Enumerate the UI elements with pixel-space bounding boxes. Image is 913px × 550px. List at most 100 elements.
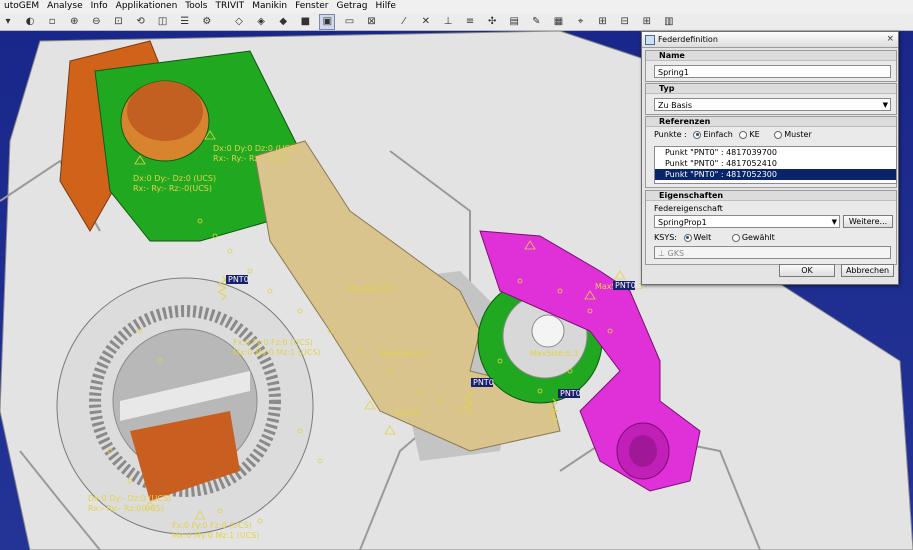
cancel-button[interactable]: Abbrechen xyxy=(841,264,894,277)
grid-icon[interactable]: ⊟ xyxy=(617,14,633,30)
datum-point-label: PNT0 xyxy=(228,275,249,284)
close-icon[interactable]: × xyxy=(886,33,894,45)
dialog-titlebar[interactable]: Federdefinition × xyxy=(642,32,898,48)
refit-icon[interactable]: ⊡ xyxy=(110,14,126,30)
menu-fenster[interactable]: Fenster xyxy=(291,0,332,13)
zoom-out-icon[interactable]: ⊖ xyxy=(88,14,104,30)
radio-welt[interactable] xyxy=(683,233,692,242)
settings-icon[interactable]: ⚙ xyxy=(199,14,215,30)
type-select-value: Zu Basis xyxy=(658,101,693,110)
menu-hilfe[interactable]: Hilfe xyxy=(371,0,399,13)
sketch-icon[interactable]: ✎ xyxy=(528,14,544,30)
name-section-title: Name xyxy=(646,51,896,61)
coordinate-system-icon: ⊥ xyxy=(658,249,665,258)
annotation-text: Mx:0 My:0 Mz:1 (UCS) xyxy=(233,348,321,357)
annotation-text: Rx:- Ry:- Rz:- (UCS) xyxy=(213,154,289,163)
chevron-down-icon: ▼ xyxy=(882,101,888,109)
radio-muster[interactable] xyxy=(774,130,783,139)
ksys-label: KSYS: xyxy=(654,233,677,242)
menu-info[interactable]: Info xyxy=(87,0,112,13)
type-section-title: Typ xyxy=(646,84,896,94)
datum-points-icon[interactable]: ✕ xyxy=(418,14,434,30)
shading-edges-icon[interactable]: ▣ xyxy=(319,14,336,30)
no-hidden-icon[interactable]: ◆ xyxy=(275,14,291,30)
coordinate-system-row: KSYS: Welt Gewählt xyxy=(654,233,775,242)
radio-gewaehlt[interactable] xyxy=(731,233,740,242)
reference-list[interactable]: Punkt "PNT0" : 4817039700 Punkt "PNT0" :… xyxy=(654,146,897,184)
hidden-line-icon[interactable]: ◈ xyxy=(253,14,269,30)
menu-tools[interactable]: Tools xyxy=(181,0,211,13)
annotation-text: MaxSize:0,3 xyxy=(380,349,428,358)
list-item[interactable]: Punkt "PNT0" : 4817039700 xyxy=(655,147,896,158)
properties-section: Eigenschaften Federeigenschaft SpringPro… xyxy=(645,190,897,265)
radio-welt-label: Welt xyxy=(693,233,712,242)
datum-point-label: PNT0 xyxy=(560,389,581,398)
menu-applikationen[interactable]: Applikationen xyxy=(112,0,182,13)
spin-center-icon[interactable]: ✣ xyxy=(484,14,500,30)
coordinate-system-icon[interactable]: ⊥ xyxy=(440,14,456,30)
ok-button[interactable]: OK xyxy=(779,264,835,277)
references-section-title: Referenzen xyxy=(646,117,896,127)
type-section: Typ Zu Basis ▼ xyxy=(645,83,897,115)
table-icon[interactable]: ⊞ xyxy=(639,14,655,30)
spring-property-value: SpringProp1 xyxy=(658,218,707,227)
annotation-text: Dx:0 Dy:- Dz:0 (UCS) xyxy=(133,174,216,183)
annotation-text: Dx:0 Dy:- Dz:0 (UCS) xyxy=(88,494,171,503)
analysis-icon[interactable]: ⌖ xyxy=(573,14,589,30)
radio-muster-label: Muster xyxy=(784,130,812,139)
measure-icon[interactable]: ⊞ xyxy=(595,14,611,30)
annotation-text: Dx:0 Dy:0 Dz:0 (UCS) xyxy=(213,144,298,153)
shading-icon[interactable]: ■ xyxy=(297,14,313,30)
radio-gewaehlt-label: Gewählt xyxy=(741,233,775,242)
list-item-selected[interactable]: Punkt "PNT0" : 4817052300 xyxy=(655,169,896,180)
annotation-text: Rx:- Ry:- Rz:-0(UCS) xyxy=(133,184,212,193)
menu-autogem[interactable]: utoGEM xyxy=(0,0,43,13)
properties-section-title: Eigenschaften xyxy=(646,191,896,201)
properties-icon[interactable]: ▥ xyxy=(661,14,677,30)
image-icon[interactable]: ▦ xyxy=(550,14,566,30)
annotation-text: Fx:0 Fy:0 Fz:0 (UCS) xyxy=(233,338,313,347)
annotation-text: Dz:0,3 xyxy=(395,409,421,418)
menu-trivit[interactable]: TRIVIT xyxy=(211,0,248,13)
spring-property-label: Federeigenschaft xyxy=(654,204,723,213)
saved-views-icon[interactable]: ◫ xyxy=(155,14,171,30)
points-label: Punkte : xyxy=(654,130,687,139)
toolbar-separator xyxy=(386,14,390,28)
datum-axes-icon[interactable]: ⁄ xyxy=(396,14,412,30)
coordinate-system-field[interactable]: ⊥ GKS xyxy=(654,246,891,259)
zoom-in-icon[interactable]: ⊕ xyxy=(66,14,82,30)
radio-einfach-label: Einfach xyxy=(703,130,733,139)
references-section: Referenzen Punkte : Einfach KE Muster Pu… xyxy=(645,116,897,188)
annotation-text: Rx:- Ry:- Rz:0(UCS) xyxy=(88,504,164,513)
radio-einfach[interactable] xyxy=(693,130,702,139)
datum-point-label: PNT0 xyxy=(615,281,636,290)
list-item[interactable]: Punkt "PNT0" : 4817052410 xyxy=(655,158,896,169)
spring-property-select[interactable]: SpringProp1 ▼ xyxy=(654,215,840,228)
radio-ke[interactable] xyxy=(739,130,748,139)
menu-analyse[interactable]: Analyse xyxy=(43,0,86,13)
close-window-icon[interactable]: ⊠ xyxy=(364,14,380,30)
toolbar: ▾ ◐ ▫ ⊕ ⊖ ⊡ ⟲ ◫ ☰ ⚙ ◇ ◈ ◆ ■ ▣ ▭ ⊠ ⁄ ✕ ⊥ … xyxy=(0,13,913,31)
layers-icon[interactable]: ☰ xyxy=(177,14,193,30)
more-button[interactable]: Weitere... xyxy=(843,215,893,228)
annotation-icon[interactable]: ≡ xyxy=(462,14,478,30)
reference-type-row: Punkte : Einfach KE Muster xyxy=(654,130,812,139)
menu-getrag[interactable]: Getrag xyxy=(332,0,371,13)
menu-manikin[interactable]: Manikin xyxy=(248,0,291,13)
reorient-icon[interactable]: ⟲ xyxy=(133,14,149,30)
name-input[interactable]: Spring1 xyxy=(654,65,891,78)
type-select[interactable]: Zu Basis ▼ xyxy=(654,98,891,111)
wireframe-icon[interactable]: ◇ xyxy=(231,14,247,30)
coordinate-system-value: GKS xyxy=(667,249,685,258)
annotation-text: Mx:0 My:0 Mz:1 (UCS) xyxy=(172,531,260,540)
dropdown-arrow-icon[interactable]: ▾ xyxy=(0,14,16,30)
model-tree-icon[interactable]: ▤ xyxy=(506,14,522,30)
annotation-text: Fx:0 Fy:0 Fz:0 (UCS) xyxy=(172,521,252,530)
radio-ke-label: KE xyxy=(749,130,760,139)
repaint-icon[interactable]: ▫ xyxy=(44,14,60,30)
regenerate-icon[interactable]: ◐ xyxy=(22,14,38,30)
datum-planes-icon[interactable]: ▭ xyxy=(342,14,358,30)
dialog-app-icon xyxy=(645,35,655,45)
dialog-title: Federdefinition xyxy=(658,35,718,44)
name-section: Name Spring1 xyxy=(645,50,897,82)
